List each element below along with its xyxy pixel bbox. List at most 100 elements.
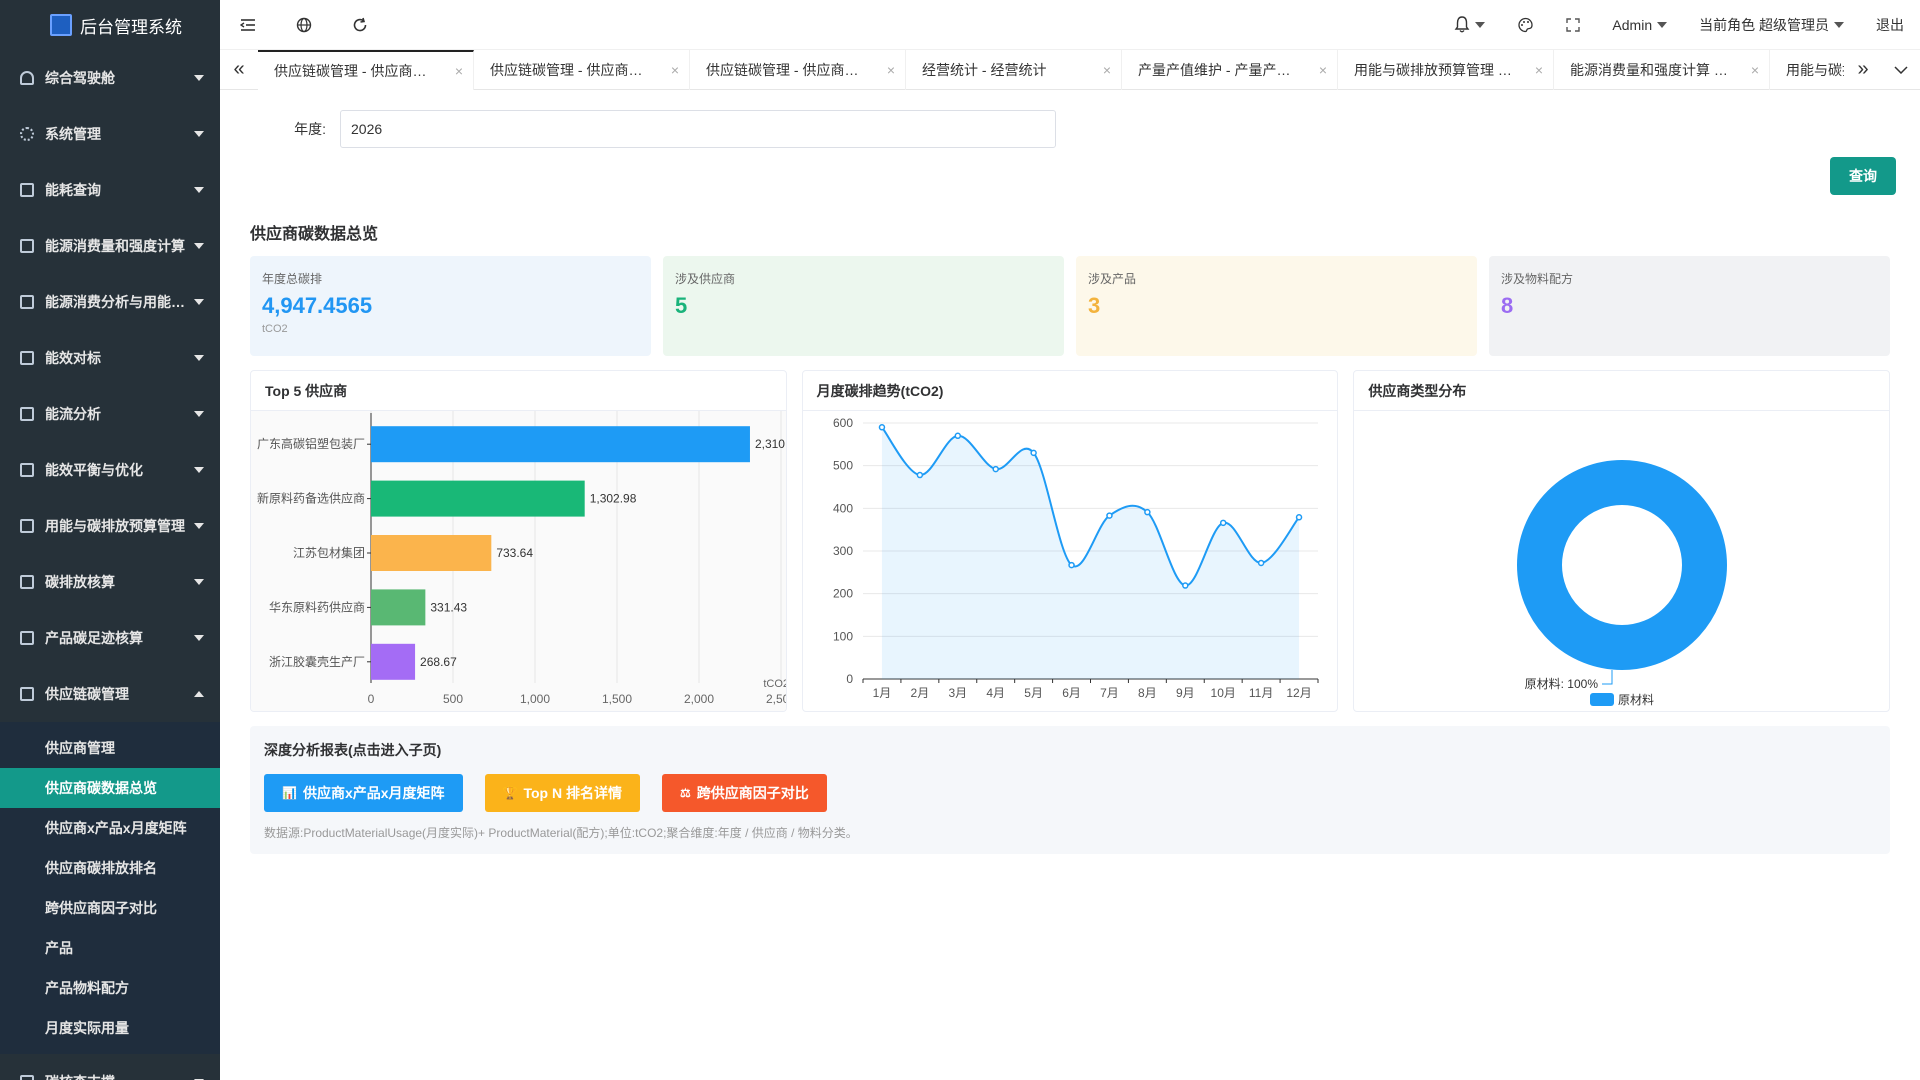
close-icon[interactable]: ×: [1751, 62, 1759, 78]
tab-7[interactable]: 用能与碳排放预×: [1770, 50, 1844, 90]
sidebar-item-label: 用能与碳排放预算管理: [45, 518, 185, 534]
stat-value: 8: [1501, 293, 1514, 318]
trend-point-11: [1295, 514, 1302, 521]
analysis-button-label: 跨供应商因子对比: [696, 785, 809, 801]
analysis-button-2[interactable]: ⚖ 跨供应商因子对比: [662, 774, 827, 812]
tab-6[interactable]: 能源消费量和强度计算 … ×: [1554, 49, 1770, 90]
close-icon[interactable]: ×: [1103, 62, 1111, 78]
fullscreen-icon[interactable]: [1550, 17, 1596, 32]
sidebar-item-0[interactable]: 综合驾驶舱: [0, 50, 220, 106]
x-tick-label: 2,500: [766, 692, 787, 706]
sidebar-item-label: 能源消费分析与用能…: [45, 294, 185, 310]
sidebar-item-label: 能效平衡与优化: [45, 462, 143, 478]
data-source-note: 数据源:ProductMaterialUsage(月度实际)+ ProductM…: [264, 826, 858, 840]
analysis-button-label: Top N 排名详情: [523, 785, 622, 801]
sidebar-item-7[interactable]: 能效平衡与优化: [0, 442, 220, 498]
close-icon[interactable]: ×: [1535, 62, 1543, 78]
close-icon[interactable]: ×: [887, 62, 895, 78]
navbar-right: Admin 当前角色 超级管理员 退出: [1438, 0, 1920, 50]
x-tick-label: 0: [368, 692, 375, 706]
logout-button[interactable]: 退出: [1860, 15, 1910, 35]
sidebar-item-11[interactable]: 供应链碳管理: [0, 666, 220, 722]
menu-fold-icon[interactable]: [220, 0, 276, 50]
sidebar-item-5[interactable]: 能效对标: [0, 330, 220, 386]
tab-3[interactable]: 经营统计 - 经营统计 ×: [906, 49, 1122, 90]
category-label: 新原料药备选供应商: [257, 491, 365, 506]
submenu-item-6[interactable]: 产品物料配方: [0, 968, 220, 1008]
category-label: 广东高碳铝塑包装厂: [257, 436, 365, 451]
query-button[interactable]: 查询: [1830, 157, 1896, 195]
tab-2[interactable]: 供应链碳管理 - 供应商… ×: [690, 49, 906, 90]
globe-icon[interactable]: [276, 0, 332, 50]
sidebar-item-last[interactable]: 碳核查支撑: [0, 1054, 220, 1080]
sidebar-item-4[interactable]: 能源消费分析与用能…: [0, 274, 220, 330]
submenu-item-0[interactable]: 供应商管理: [0, 728, 220, 768]
chevron-down-icon: [194, 523, 204, 529]
user-dropdown[interactable]: Admin: [1596, 17, 1683, 33]
form-icon: [20, 519, 34, 533]
form-icon: [20, 463, 34, 477]
close-icon[interactable]: ×: [1319, 62, 1327, 78]
sidebar-item-label: 碳排放核算: [45, 574, 115, 590]
sidebar-menu: 综合驾驶舱 系统管理 能耗查询 能源消费量和强度计算能源消费分析与用能… 能效对标 能流分…: [0, 50, 220, 1080]
analysis-panel: 深度分析报表(点击进入子页) 📊 供应商x产品x月度矩阵 🏆 Top N 排名详情 ⚖ 跨…: [250, 726, 1890, 854]
submenu-item-7[interactable]: 月度实际用量: [0, 1008, 220, 1048]
tab-0[interactable]: 供应链碳管理 - 供应商… ×: [258, 49, 474, 90]
tab-1[interactable]: 供应链碳管理 - 供应商… ×: [474, 49, 690, 90]
form-icon: [20, 687, 34, 701]
year-input[interactable]: [340, 110, 1056, 148]
sidebar-item-1[interactable]: 系统管理: [0, 106, 220, 162]
report-icon: 📊: [282, 786, 297, 800]
y-tick-label: 200: [833, 587, 853, 601]
refresh-icon[interactable]: [332, 0, 388, 50]
filter-row: 年度:: [250, 110, 1056, 148]
sidebar-item-2[interactable]: 能耗查询: [0, 162, 220, 218]
form-icon: [20, 631, 34, 645]
tab-5[interactable]: 用能与碳排放预算管理 … ×: [1338, 49, 1554, 90]
year-label: 年度:: [294, 121, 326, 137]
theme-palette-icon[interactable]: [1501, 17, 1550, 33]
x-tick-label: 2月: [910, 686, 929, 700]
role-dropdown[interactable]: 当前角色 超级管理员: [1683, 15, 1860, 35]
sidebar-item-9[interactable]: 碳排放核算: [0, 554, 220, 610]
trend-point-5: [1067, 561, 1075, 569]
sidebar-item-6[interactable]: 能流分析: [0, 386, 220, 442]
tab-4[interactable]: 产量产值维护 - 产量产… ×: [1122, 49, 1338, 90]
close-icon[interactable]: ×: [671, 62, 679, 78]
sidebar-item-8[interactable]: 用能与碳排放预算管理: [0, 498, 220, 554]
bar-value-label: 268.67: [420, 655, 457, 669]
logo-icon: [50, 14, 72, 36]
chevron-down-icon: [194, 243, 204, 249]
bar-1: [371, 480, 585, 517]
stat-value: 4,947.4565: [262, 293, 373, 318]
close-icon[interactable]: ×: [455, 63, 463, 79]
pie-chart-card: 供应商类型分布 原材料: 100% 原材料: [1353, 370, 1891, 712]
submenu: 供应商管理 供应商碳数据总览 供应商x产品x月度矩阵 供应商碳排放排名 跨供应商因子对比…: [0, 722, 220, 1054]
sidebar-item-10[interactable]: 产品碳足迹核算: [0, 610, 220, 666]
analysis-button-0[interactable]: 📊 供应商x产品x月度矩阵: [264, 774, 463, 812]
trend-point-6: [1105, 512, 1113, 519]
app-logo[interactable]: 后台管理系统: [0, 0, 220, 50]
stat-label: 涉及物料配方: [1501, 272, 1574, 286]
tags-scroll-right-icon[interactable]: »: [1844, 50, 1882, 90]
stat-label: 年度总碳排: [262, 272, 323, 286]
x-tick-label: 8月: [1138, 686, 1157, 700]
submenu-item-1[interactable]: 供应商碳数据总览: [0, 768, 220, 808]
bar-value-label: 2,310.74: [755, 437, 787, 451]
trend-point-9: [1219, 519, 1227, 527]
pie-slice-0: [1517, 460, 1728, 670]
tags-scroll-left-icon[interactable]: «: [220, 50, 258, 90]
analysis-button-1[interactable]: 🏆 Top N 排名详情: [484, 774, 640, 812]
trend-chart-title: 月度碳排趋势(tCO2): [802, 371, 1338, 411]
report-icon: 🏆: [502, 786, 518, 800]
submenu-item-4[interactable]: 跨供应商因子对比: [0, 888, 220, 928]
submenu-item-2[interactable]: 供应商x产品x月度矩阵: [0, 808, 220, 848]
form-icon: [20, 351, 34, 365]
tags-menu-chevron-down-icon[interactable]: [1882, 50, 1920, 90]
submenu-item-5[interactable]: 产品: [0, 928, 220, 968]
submenu-item-3[interactable]: 供应商碳排放排名: [0, 848, 220, 888]
notification-bell-icon[interactable]: [1438, 16, 1501, 33]
form-icon: [20, 295, 34, 309]
x-tick-label: 1,000: [520, 692, 550, 706]
sidebar-item-3[interactable]: 能源消费量和强度计算: [0, 218, 220, 274]
